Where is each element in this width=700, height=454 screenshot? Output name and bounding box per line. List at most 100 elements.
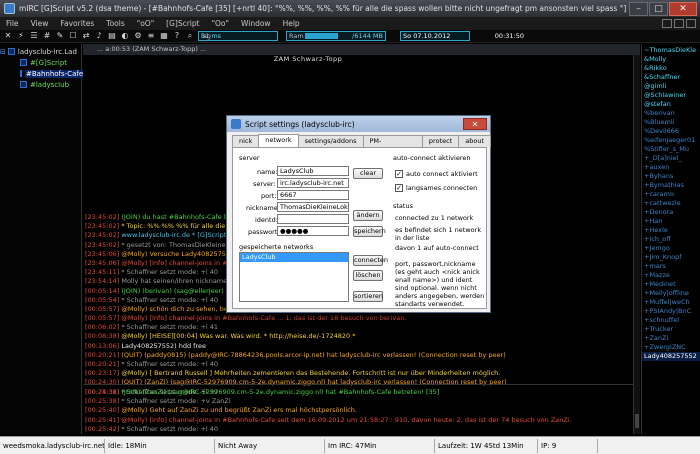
nick-item[interactable]: +schnuffel: [642, 316, 700, 325]
nick-item[interactable]: +auxen: [642, 163, 700, 172]
tree-channel-ladysclub[interactable]: #ladysclub: [0, 79, 81, 90]
tree-channel-gscript[interactable]: #[G]Script: [0, 57, 81, 68]
address-book-icon[interactable]: ☐: [68, 31, 78, 41]
maximize-button[interactable]: □: [649, 1, 668, 16]
menu-tools[interactable]: Tools: [100, 19, 130, 28]
help-icon[interactable]: ?: [172, 31, 182, 41]
nick-item[interactable]: @Schlawiner: [642, 91, 700, 100]
list-icon[interactable]: ≡: [146, 31, 156, 41]
port-field[interactable]: 6667: [277, 190, 349, 200]
nick-item[interactable]: ~ThomasDieKle: [642, 46, 700, 55]
log-icon[interactable]: ▤: [107, 31, 117, 41]
mdi-restore-button[interactable]: [674, 19, 684, 28]
identd-field[interactable]: [277, 214, 349, 224]
nick-item[interactable]: &Schaffner: [642, 73, 700, 82]
notify-icon[interactable]: ♪: [94, 31, 104, 41]
connect-icon[interactable]: ⚡: [16, 31, 26, 41]
tab-protect[interactable]: protect: [421, 135, 460, 147]
nick-item[interactable]: +Ich_off: [642, 235, 700, 244]
nick-item[interactable]: +Han: [642, 217, 700, 226]
name-field[interactable]: LadysClub: [277, 166, 349, 176]
options-icon[interactable]: ☰: [29, 31, 39, 41]
nick-item[interactable]: %Devil666: [642, 127, 700, 136]
server-field[interactable]: irc.ladysclub-irc.net: [277, 178, 349, 188]
tab-settings-addons[interactable]: settings/addons: [297, 135, 364, 147]
checkbox-checked-icon[interactable]: ✓: [395, 184, 403, 192]
script-icon[interactable]: ✎: [55, 31, 65, 41]
tree-expand-icon[interactable]: ⊟: [0, 48, 6, 56]
nick-item[interactable]: +ZanZi: [642, 334, 700, 343]
disconnect-icon[interactable]: ✕: [3, 31, 13, 41]
minimize-button[interactable]: –: [629, 1, 648, 16]
close-button[interactable]: ✕: [669, 1, 697, 16]
saved-networks-list[interactable]: LadysClub: [239, 252, 349, 302]
nick-item[interactable]: +Hexle: [642, 226, 700, 235]
nick-item[interactable]: +caramo: [642, 190, 700, 199]
nick-item[interactable]: +Medinet: [642, 280, 700, 289]
mdi-minimize-button[interactable]: [662, 19, 672, 28]
nick-item[interactable]: +_D[a]niel_: [642, 154, 700, 163]
chat-log-recent[interactable]: [00:25:38] (JOIN) (ZanZi) (sag@IRC-52976…: [83, 384, 633, 434]
nick-item[interactable]: &Molly: [642, 55, 700, 64]
dialog-close-button[interactable]: ✕: [463, 118, 487, 130]
saved-network-item[interactable]: LadysClub: [240, 253, 348, 262]
nick-item[interactable]: +ZwergIZNC: [642, 343, 700, 352]
nick-item[interactable]: +Jim_Knopf: [642, 253, 700, 262]
connect-button[interactable]: connecten: [353, 255, 388, 266]
chat-line: [00:13:06] Lady408257552) hdd free: [83, 342, 633, 351]
nick-item[interactable]: +Melly|offline: [642, 289, 700, 298]
mdi-close-button[interactable]: [686, 19, 696, 28]
change-button[interactable]: ändern: [353, 210, 383, 221]
auto-connect-checkbox[interactable]: ✓ auto connect aktiviert: [395, 170, 478, 178]
nick-item[interactable]: Lady408257552: [642, 352, 700, 361]
chat-scrollbar-thumb[interactable]: [635, 414, 639, 428]
tab-pm-blocker-crypt[interactable]: PM-blocker/crypt: [362, 135, 423, 156]
tile-icon[interactable]: ▦: [159, 31, 169, 41]
nick-item[interactable]: +Denora: [642, 208, 700, 217]
dcc-icon[interactable]: ⇄: [81, 31, 91, 41]
nick-item[interactable]: +cattwezle: [642, 199, 700, 208]
delete-button[interactable]: löschen: [353, 270, 383, 281]
menu-favorites[interactable]: Favorites: [54, 19, 100, 28]
toolbar-settings-icon[interactable]: ⚙: [133, 31, 143, 41]
menu-file[interactable]: File: [0, 19, 25, 28]
nick-item[interactable]: +mars: [642, 262, 700, 271]
nick-item[interactable]: +Jemgo: [642, 244, 700, 253]
nick-item[interactable]: %Bluemli: [642, 118, 700, 127]
checkbox-checked-icon[interactable]: ✓: [395, 170, 403, 178]
chat-scrollbar[interactable]: [633, 55, 640, 434]
nick-item[interactable]: +PSIAndy|BnC: [642, 307, 700, 316]
tree-channel-bahnhofs-cafe[interactable]: #Bahnhofs-Cafe: [0, 68, 85, 79]
menu-view[interactable]: View: [25, 19, 55, 28]
tab-about[interactable]: about: [458, 135, 491, 147]
menu-oo-left[interactable]: "oO": [131, 19, 160, 28]
menu-oo-right[interactable]: "Oo": [206, 19, 235, 28]
sort-button[interactable]: sortieren: [353, 291, 383, 302]
nickname-field[interactable]: ThomasDieKleineLok: [277, 202, 349, 212]
nick-item[interactable]: +Muffel|weCh: [642, 298, 700, 307]
nick-item[interactable]: %eifenjaeger01: [642, 136, 700, 145]
nick-item[interactable]: @stefan: [642, 100, 700, 109]
password-field[interactable]: ●●●●●: [277, 226, 349, 236]
nick-item[interactable]: +Bymathias: [642, 181, 700, 190]
channels-icon[interactable]: #: [42, 31, 52, 41]
nick-item[interactable]: +Mazze: [642, 271, 700, 280]
nick-item[interactable]: %Stifler_s_Mu: [642, 145, 700, 154]
menu-window[interactable]: Window: [235, 19, 277, 28]
tab-network[interactable]: network: [258, 134, 299, 147]
colors-icon[interactable]: ◐: [120, 31, 130, 41]
nick-item[interactable]: &Rikko: [642, 64, 700, 73]
nick-item[interactable]: %berivan: [642, 109, 700, 118]
nick-list[interactable]: ~ThomasDieKle &Molly &Rikko &Schaffner @giml…: [641, 44, 700, 434]
search-icon[interactable]: ⌕: [185, 31, 195, 41]
tree-server-ladysclub[interactable]: ⊟ ladysclub-irc.Lad: [0, 46, 81, 57]
nick-item[interactable]: +Byhans: [642, 172, 700, 181]
menu-help[interactable]: Help: [277, 19, 306, 28]
nick-item[interactable]: +Trucker: [642, 325, 700, 334]
save-button[interactable]: speichern: [353, 226, 386, 237]
clear-button[interactable]: clear: [353, 168, 383, 179]
menu-gscript[interactable]: [G]Script: [160, 19, 205, 28]
nick-item[interactable]: @gimli: [642, 82, 700, 91]
tab-nick[interactable]: nick: [232, 135, 260, 147]
slow-connect-checkbox[interactable]: ✓ langsames connecten: [395, 184, 477, 192]
